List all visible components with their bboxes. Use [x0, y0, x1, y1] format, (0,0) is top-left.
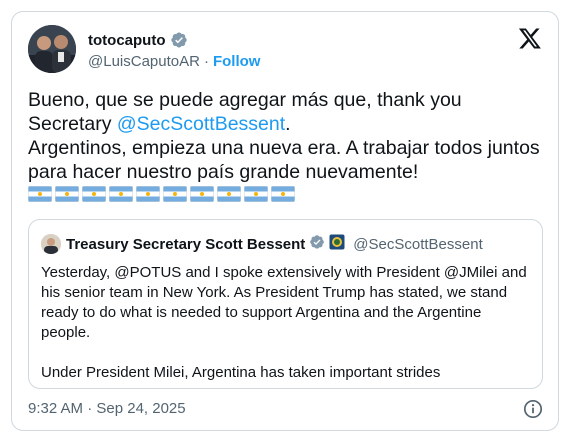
quoted-handle[interactable]: @SecScottBessent: [353, 236, 482, 253]
tweet-line-2-prefix: Secretary: [28, 113, 117, 135]
quoted-header: Treasury Secretary Scott Bessent @SecSco…: [66, 234, 483, 254]
author-display-name[interactable]: totocaputo: [88, 32, 165, 49]
info-icon[interactable]: [523, 399, 543, 419]
tweet-text: Bueno, que se puede agregar más que, tha…: [28, 88, 548, 184]
separator-dot: ·: [203, 53, 209, 70]
argentina-flag-icon: [163, 186, 187, 202]
government-badge-icon: [329, 234, 345, 254]
argentina-flag-icon: [28, 186, 52, 202]
tweet-line-2: Secretary @SecScottBessent.: [28, 112, 548, 136]
tweet-line-2-suffix: .: [285, 113, 291, 135]
argentina-flag-icon: [55, 186, 79, 202]
mention-link[interactable]: @SecScottBessent: [117, 113, 285, 135]
verified-badge-icon: [309, 234, 325, 254]
author-handle-row: @LuisCaputoAR · Follow: [88, 53, 260, 70]
tweet-line-1: Bueno, que se puede agregar más que, tha…: [28, 89, 462, 111]
argentina-flag-icon: [244, 186, 268, 202]
tweet-card: totocaputo @LuisCaputoAR · Follow Bueno,…: [11, 11, 559, 431]
author-handle[interactable]: @LuisCaputoAR: [88, 53, 200, 70]
flag-emoji-row: [28, 186, 295, 202]
author-name-row: totocaputo: [88, 31, 188, 49]
argentina-flag-icon: [190, 186, 214, 202]
argentina-flag-icon: [217, 186, 241, 202]
quoted-tweet[interactable]: Treasury Secretary Scott Bessent @SecSco…: [28, 219, 543, 389]
author-avatar[interactable]: [28, 25, 76, 73]
quoted-display-name[interactable]: Treasury Secretary Scott Bessent: [66, 236, 305, 253]
argentina-flag-icon: [82, 186, 106, 202]
follow-button[interactable]: Follow: [213, 53, 261, 70]
quoted-text: Yesterday, @POTUS and I spoke extensivel…: [41, 264, 527, 381]
verified-badge-icon[interactable]: [170, 31, 188, 49]
argentina-flag-icon: [109, 186, 133, 202]
quoted-author-avatar[interactable]: [41, 234, 61, 254]
tweet-timestamp[interactable]: 9:32 AM · Sep 24, 2025: [28, 400, 186, 417]
tweet-line-3: Argentinos, empieza una nueva era. A tra…: [28, 137, 540, 183]
argentina-flag-icon: [271, 186, 295, 202]
argentina-flag-icon: [136, 186, 160, 202]
x-logo-icon[interactable]: [518, 26, 542, 50]
